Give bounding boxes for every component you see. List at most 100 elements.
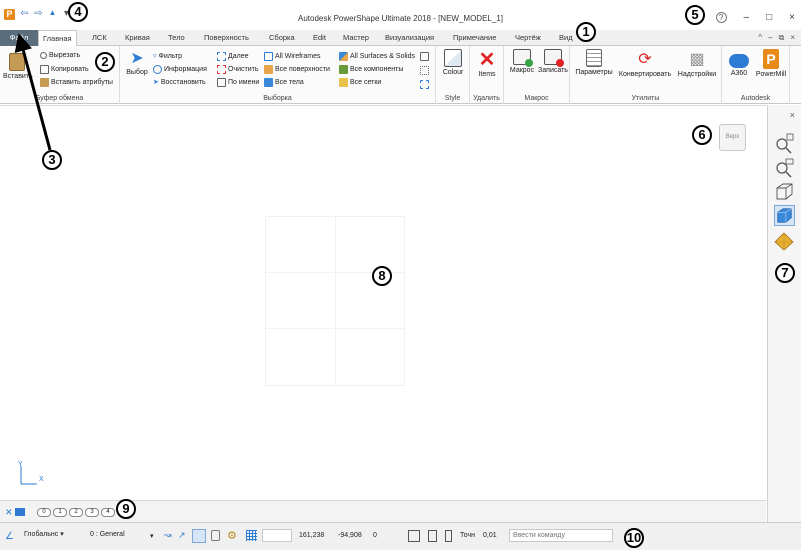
powermill-button[interactable]: P PowerMill bbox=[754, 49, 788, 78]
filter-button[interactable]: ▿ Фильтр bbox=[153, 52, 182, 61]
wireframe-view-icon[interactable] bbox=[774, 181, 795, 202]
ribbon-collapse-icon[interactable]: ^ bbox=[758, 33, 762, 43]
level-chip-4[interactable]: 4 bbox=[101, 508, 115, 517]
dotted-select-icon[interactable] bbox=[420, 66, 429, 75]
level-dropdown-icon[interactable]: ▾ bbox=[150, 532, 154, 540]
grid-select-icon[interactable] bbox=[420, 52, 429, 61]
axis-y-label: Y bbox=[18, 461, 23, 468]
tab-home[interactable]: Главная bbox=[38, 30, 77, 47]
all-components-button[interactable]: Все компоненты bbox=[339, 65, 403, 74]
maximize-button[interactable]: □ bbox=[766, 12, 772, 23]
tab-curve[interactable]: Кривая bbox=[121, 30, 154, 46]
convert-icon: ⟳ bbox=[638, 51, 652, 68]
tab-render[interactable]: Визуализация bbox=[381, 30, 438, 46]
grid-icon[interactable] bbox=[246, 530, 257, 541]
tolerance-value[interactable]: 0,01 bbox=[483, 532, 497, 539]
workplane-select[interactable]: Глобальнс ▾ bbox=[21, 529, 85, 542]
level-close-icon[interactable]: ✕ bbox=[5, 507, 13, 518]
zoom-all-icon[interactable] bbox=[774, 133, 795, 154]
snap-active-icon[interactable] bbox=[192, 529, 206, 543]
workplane-icon[interactable]: ∠ bbox=[5, 531, 14, 542]
panel-toggle-icon-1[interactable] bbox=[408, 530, 420, 542]
ribbon-close-icon[interactable]: × bbox=[790, 33, 795, 43]
diamond-material-icon[interactable] bbox=[774, 231, 795, 252]
tab-solid[interactable]: Тело bbox=[164, 30, 189, 46]
snap-icon-2[interactable]: ↗ bbox=[178, 530, 189, 541]
parameters-button[interactable]: Параметры bbox=[573, 49, 615, 76]
level-chip-0[interactable]: 0 bbox=[37, 508, 51, 517]
restore-arrow-icon: ➤ bbox=[153, 79, 159, 86]
all-meshes-button[interactable]: Все сетки bbox=[339, 78, 381, 87]
level-select[interactable]: 0 : General bbox=[87, 529, 157, 542]
macro-button[interactable]: Макрос bbox=[507, 49, 537, 74]
info-button[interactable]: Информация bbox=[153, 65, 207, 74]
tab-annotation[interactable]: Примечание bbox=[449, 30, 500, 46]
all-wireframes-button[interactable]: All Wireframes bbox=[264, 52, 321, 61]
tab-wizard[interactable]: Мастер bbox=[339, 30, 373, 46]
record-macro-button[interactable]: Записать bbox=[538, 49, 568, 74]
ribbon-minimize-icon[interactable]: – bbox=[768, 33, 772, 43]
copy-icon bbox=[40, 65, 49, 74]
box-select-icon[interactable] bbox=[420, 80, 429, 89]
level-toggle-icon[interactable] bbox=[15, 508, 25, 516]
selection-group-label: Выборка bbox=[263, 95, 292, 102]
restore-selection-button[interactable]: ➤ Восстановить bbox=[153, 78, 206, 87]
surface-icon bbox=[264, 65, 273, 74]
help-icon[interactable]: ? bbox=[715, 12, 727, 23]
view-toolbar-close-icon[interactable]: × bbox=[790, 110, 795, 120]
level-chip-1[interactable]: 1 bbox=[53, 508, 67, 517]
tab-view[interactable]: Вид bbox=[555, 30, 577, 46]
all-solids-button[interactable]: Все тела bbox=[264, 78, 304, 87]
lock-icon[interactable] bbox=[211, 530, 220, 541]
tab-drawing[interactable]: Чертёж bbox=[511, 30, 545, 46]
clear-button[interactable]: Очистить bbox=[217, 65, 258, 74]
autodesk-group-label: Autodesk bbox=[740, 95, 771, 102]
delete-group-label: Удалить bbox=[473, 95, 500, 102]
command-input[interactable] bbox=[509, 529, 613, 542]
convert-button[interactable]: ⟳ Конвертировать bbox=[616, 49, 674, 78]
utilities-group-label: Утилиты bbox=[631, 95, 660, 102]
powermill-icon: P bbox=[763, 49, 779, 69]
view-cube-top[interactable]: Верх bbox=[719, 124, 746, 151]
level-chip-3[interactable]: 3 bbox=[85, 508, 99, 517]
ribbon-restore-icon[interactable]: ⧉ bbox=[779, 33, 785, 43]
a360-button[interactable]: A360 bbox=[726, 49, 752, 77]
close-button[interactable]: × bbox=[789, 12, 795, 23]
settings-gear-icon[interactable]: ⚙ bbox=[227, 529, 237, 542]
axis-triad-icon: Y X bbox=[18, 461, 44, 485]
zoom-window-icon[interactable] bbox=[774, 157, 795, 178]
info-icon bbox=[153, 65, 162, 74]
tab-edit[interactable]: Edit bbox=[309, 30, 330, 46]
snap-icon-1[interactable]: ↝ bbox=[164, 530, 175, 541]
select-button[interactable]: ➤ Выбор bbox=[126, 49, 148, 76]
copy-button[interactable]: Копировать bbox=[40, 65, 89, 74]
colour-button[interactable]: Colour bbox=[439, 49, 467, 76]
tab-file[interactable]: Файл bbox=[0, 30, 38, 46]
minimize-button[interactable]: – bbox=[744, 12, 750, 23]
all-surfaces-button[interactable]: Все поверхности bbox=[264, 65, 330, 74]
paste-attributes-button[interactable]: Вставить атрибуты bbox=[40, 78, 113, 87]
delete-items-button[interactable]: ✕ Items bbox=[473, 49, 501, 78]
macro-group: Макрос Записать Макрос bbox=[504, 46, 570, 104]
paste-button[interactable]: Вставить bbox=[3, 49, 33, 80]
tab-assembly[interactable]: Сборка bbox=[265, 30, 299, 46]
grid-value-field[interactable] bbox=[262, 529, 292, 542]
by-name-button[interactable]: По имени bbox=[217, 78, 259, 87]
a360-cloud-icon bbox=[729, 54, 749, 68]
tab-surface[interactable]: Поверхность bbox=[200, 30, 253, 46]
faint-grid bbox=[265, 216, 405, 386]
addins-button[interactable]: ▩ Надстройки bbox=[675, 49, 719, 78]
all-surfaces-solids-button[interactable]: All Surfaces & Solids bbox=[339, 52, 415, 61]
tab-ucs[interactable]: ЛСК bbox=[88, 30, 111, 46]
level-chip-2[interactable]: 2 bbox=[69, 508, 83, 517]
next-button[interactable]: Далее bbox=[217, 52, 249, 61]
ribbon-tabs: Файл Главная ЛСК Кривая Тело Поверхность… bbox=[0, 30, 801, 47]
cut-button[interactable]: Вырезать bbox=[40, 52, 80, 59]
shaded-view-icon[interactable] bbox=[774, 205, 795, 226]
filter-icon: ▿ bbox=[153, 53, 157, 60]
panel-toggle-icon-2[interactable] bbox=[428, 530, 437, 542]
surfaces-solids-icon bbox=[339, 52, 348, 61]
wireframe-icon bbox=[264, 52, 273, 61]
panel-toggle-icon-3[interactable] bbox=[445, 530, 452, 542]
graphics-viewport[interactable]: Верх Y X bbox=[0, 105, 766, 498]
